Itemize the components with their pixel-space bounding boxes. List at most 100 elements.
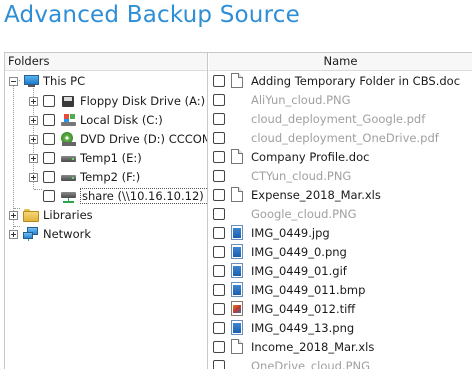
- file-checkbox[interactable]: [213, 359, 225, 369]
- checkbox[interactable]: [43, 171, 55, 183]
- file-row[interactable]: Company Profile.doc: [213, 147, 369, 166]
- file-name: cloud_deployment_OneDrive.pdf: [251, 130, 439, 145]
- window-title: Advanced Backup Source: [4, 2, 300, 28]
- file-row[interactable]: IMG_0449_0.png: [213, 242, 347, 261]
- document-file-icon: [231, 73, 243, 88]
- file-checkbox[interactable]: [213, 264, 225, 277]
- node-label: Local Disk (C:): [80, 113, 163, 127]
- file-row[interactable]: Expense_2018_Mar.xls: [213, 185, 381, 204]
- file-checkbox[interactable]: [213, 321, 225, 334]
- file-name: cloud_deployment_Google.pdf: [251, 111, 426, 126]
- file-row[interactable]: IMG_0449_13.png: [213, 318, 354, 337]
- blank-file-icon: [231, 130, 243, 145]
- file-checkbox[interactable]: [213, 226, 225, 239]
- file-row[interactable]: IMG_0449_01.gif: [213, 261, 347, 280]
- file-checkbox[interactable]: [213, 245, 225, 258]
- node-label: Libraries: [43, 208, 93, 222]
- node-label: This PC: [43, 74, 86, 88]
- image-file-icon: [231, 282, 243, 297]
- file-row[interactable]: CTYun_cloud.PNG: [213, 166, 351, 185]
- expand-toggle[interactable]: [9, 229, 18, 239]
- file-row[interactable]: Adding Temporary Folder in CBS.doc: [213, 71, 460, 90]
- document-file-icon: [231, 149, 243, 164]
- tree-node-network[interactable]: Network: [9, 225, 91, 243]
- file-checkbox[interactable]: [213, 283, 225, 296]
- file-checkbox[interactable]: [213, 112, 225, 125]
- image-file-icon: [231, 244, 243, 259]
- file-name: IMG_0449_0.png: [251, 244, 347, 259]
- tree-node-share[interactable]: share (\\10.16.10.12) (G:): [29, 187, 207, 205]
- node-label: share (\\10.16.10.12) (G:): [80, 188, 207, 204]
- file-row[interactable]: IMG_0449_012.tiff: [213, 299, 355, 318]
- blank-file-icon: [231, 92, 243, 107]
- tree-node-dvd[interactable]: DVD Drive (D:) CCCOMA_X64FRE_EN-US_DV9: [29, 130, 207, 148]
- expand-toggle[interactable]: [29, 115, 38, 125]
- drive-icon: [60, 170, 76, 184]
- file-checkbox[interactable]: [213, 74, 225, 87]
- expand-toggle[interactable]: [29, 153, 38, 163]
- image-file-icon: [231, 263, 243, 278]
- checkbox[interactable]: [43, 190, 55, 202]
- computer-icon: [23, 74, 39, 88]
- file-row[interactable]: cloud_deployment_OneDrive.pdf: [213, 128, 439, 147]
- image-file-icon: [231, 320, 243, 335]
- file-checkbox[interactable]: [213, 131, 225, 144]
- backup-source-panel: Folders This PC Floppy Disk Drive (A:) L…: [4, 52, 472, 369]
- checkbox[interactable]: [43, 133, 55, 145]
- local-disk-icon: [60, 113, 76, 127]
- file-name: CTYun_cloud.PNG: [251, 168, 352, 183]
- floppy-drive-icon: [60, 94, 76, 108]
- expand-toggle[interactable]: [29, 134, 38, 144]
- file-checkbox[interactable]: [213, 340, 225, 353]
- file-name: Google_cloud.PNG: [251, 206, 357, 221]
- libraries-icon: [23, 208, 39, 222]
- files-pane: Name Adding Temporary Folder in CBS.doc A…: [209, 53, 472, 369]
- node-label: Temp1 (E:): [80, 151, 142, 165]
- file-checkbox[interactable]: [213, 93, 225, 106]
- file-name: OneDrive_cloud.PNG: [251, 358, 371, 369]
- blank-file-icon: [231, 168, 243, 183]
- file-checkbox[interactable]: [213, 302, 225, 315]
- file-row[interactable]: Income_2018_Mar.xls: [213, 337, 374, 356]
- tree-node-local-disk[interactable]: Local Disk (C:): [29, 111, 163, 129]
- blank-file-icon: [231, 206, 243, 221]
- file-name: IMG_0449_011.bmp: [251, 282, 366, 297]
- checkbox[interactable]: [43, 95, 55, 107]
- checkbox[interactable]: [43, 114, 55, 126]
- file-name: Income_2018_Mar.xls: [251, 339, 375, 354]
- file-name: IMG_0449_01.gif: [251, 263, 347, 278]
- folders-column-header[interactable]: Folders: [5, 53, 207, 71]
- document-file-icon: [231, 339, 243, 354]
- file-row[interactable]: OneDrive_cloud.PNG: [213, 356, 370, 369]
- tree-node-temp1[interactable]: Temp1 (E:): [29, 149, 142, 167]
- name-column-header[interactable]: Name: [209, 53, 472, 71]
- document-file-icon: [231, 187, 243, 202]
- tree-node-this-pc[interactable]: This PC: [9, 72, 85, 90]
- expand-toggle[interactable]: [29, 96, 38, 106]
- file-name: IMG_0449.jpg: [251, 225, 330, 240]
- file-name: IMG_0449_012.tiff: [251, 301, 356, 316]
- blank-file-icon: [231, 358, 243, 369]
- file-name: Company Profile.doc: [251, 149, 370, 164]
- file-row[interactable]: IMG_0449.jpg: [213, 223, 330, 242]
- file-name: Expense_2018_Mar.xls: [251, 187, 381, 202]
- tree-node-libraries[interactable]: Libraries: [9, 206, 93, 224]
- node-label: Floppy Disk Drive (A:): [80, 94, 206, 108]
- file-row[interactable]: cloud_deployment_Google.pdf: [213, 109, 425, 128]
- file-checkbox[interactable]: [213, 150, 225, 163]
- node-label: Temp2 (F:): [80, 170, 141, 184]
- collapse-toggle[interactable]: [9, 76, 18, 86]
- network-drive-icon: [60, 189, 76, 203]
- file-row[interactable]: AliYun_cloud.PNG: [213, 90, 351, 109]
- file-checkbox[interactable]: [213, 207, 225, 220]
- tree-node-floppy[interactable]: Floppy Disk Drive (A:): [29, 92, 205, 110]
- tree-node-temp2[interactable]: Temp2 (F:): [29, 168, 140, 186]
- file-checkbox[interactable]: [213, 188, 225, 201]
- checkbox[interactable]: [43, 152, 55, 164]
- file-row[interactable]: Google_cloud.PNG: [213, 204, 357, 223]
- node-label: Network: [43, 227, 92, 241]
- file-checkbox[interactable]: [213, 169, 225, 182]
- expand-toggle[interactable]: [9, 210, 18, 220]
- expand-toggle[interactable]: [29, 172, 38, 182]
- file-row[interactable]: IMG_0449_011.bmp: [213, 280, 365, 299]
